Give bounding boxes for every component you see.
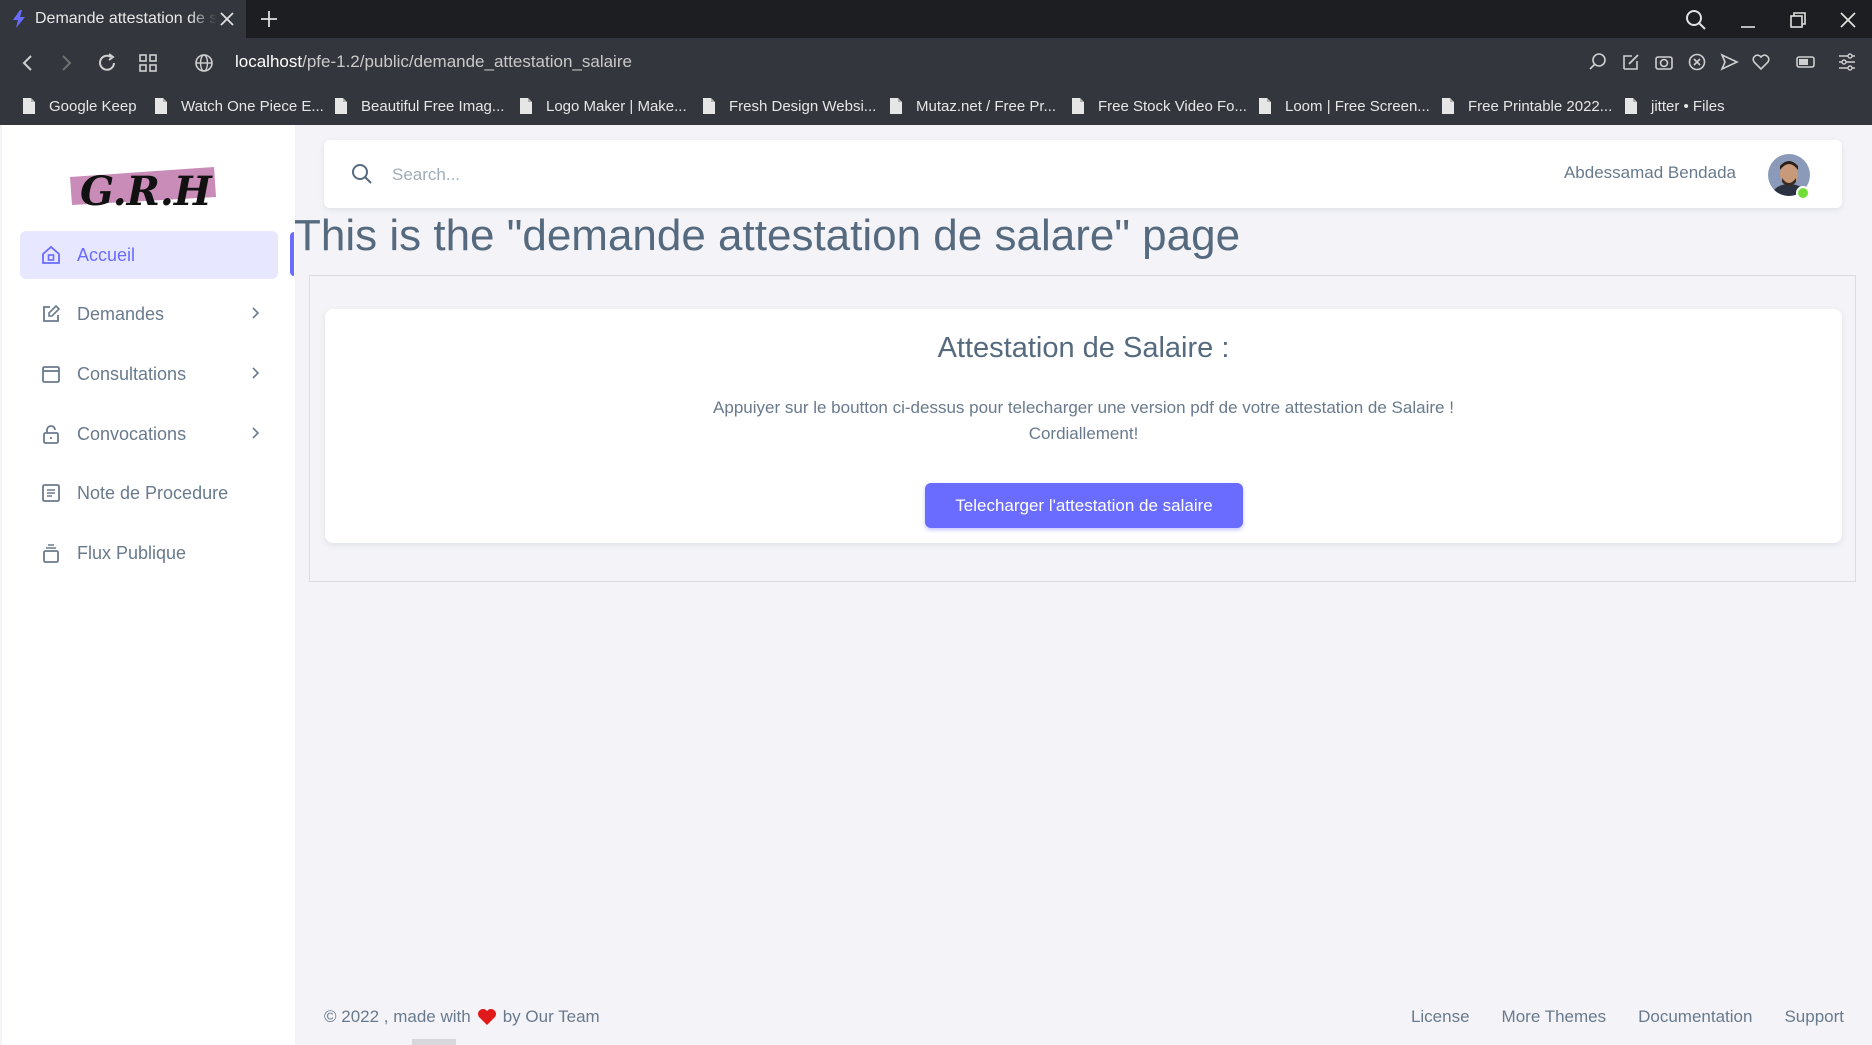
chevron-right-icon xyxy=(252,367,260,379)
grh-logo[interactable]: G.R.H xyxy=(66,155,218,217)
sidebar-item-accueil[interactable]: Accueil xyxy=(20,231,278,279)
file-icon xyxy=(23,98,35,114)
sidebar: G.R.H Accueil Demandes Consultations Con… xyxy=(2,125,295,1045)
heart-icon xyxy=(477,1009,496,1025)
page-content: G.R.H Accueil Demandes Consultations Con… xyxy=(0,125,1872,1045)
sidebar-item-demandes[interactable]: Demandes xyxy=(20,290,278,338)
send-icon[interactable] xyxy=(1718,51,1740,73)
bookmark-item[interactable]: Mutaz.net / Free Pr... xyxy=(889,95,1056,117)
file-icon xyxy=(520,98,532,114)
sidebar-item-label: Demandes xyxy=(77,303,165,324)
camera-icon[interactable] xyxy=(1653,51,1675,73)
attestation-card: Attestation de Salaire : Appuiyer sur le… xyxy=(325,309,1842,543)
card-text-line: Cordiallement! xyxy=(1028,424,1139,443)
file-icon xyxy=(335,98,347,114)
lock-icon xyxy=(43,425,59,444)
card-title: Attestation de Salaire : xyxy=(937,332,1230,364)
horizontal-scrollbar[interactable] xyxy=(412,1039,456,1045)
search-input[interactable] xyxy=(390,158,794,192)
footer: © 2022 , made with by Our Team License M… xyxy=(324,1007,1844,1031)
file-icon xyxy=(1625,98,1637,114)
bookmarks-bar: Google Keep Watch One Piece E... Beautif… xyxy=(0,88,1872,125)
address-url[interactable]: localhost/pfe-1.2/public/demande_attesta… xyxy=(235,52,632,72)
home-icon xyxy=(42,245,60,264)
site-favicon-icon xyxy=(13,10,25,28)
tabs-grid-icon[interactable] xyxy=(136,51,160,75)
top-navbar: Abdessamad Bendada xyxy=(324,140,1842,208)
bookmark-item[interactable]: Free Printable 2022... xyxy=(1441,95,1612,117)
footer-link-documentation[interactable]: Documentation xyxy=(1638,1007,1752,1027)
online-status-dot xyxy=(1796,186,1810,200)
stack-icon xyxy=(43,544,59,563)
easy-setup-icon[interactable] xyxy=(1836,51,1858,73)
close-window-icon[interactable] xyxy=(1836,8,1860,32)
tab-title: Demande attestation de salaire xyxy=(35,10,217,27)
shield-block-icon[interactable] xyxy=(1686,51,1708,73)
sidebar-item-convocations[interactable]: Convocations xyxy=(20,410,278,458)
bookmark-item[interactable]: Loom | Free Screen... xyxy=(1258,95,1430,117)
sidebar-item-label: Note de Procedure xyxy=(77,482,229,503)
site-info-globe-icon[interactable] xyxy=(192,51,216,75)
file-icon xyxy=(155,98,167,114)
lens-search-icon[interactable] xyxy=(1587,51,1609,73)
browser-tab-bar: Demande attestation de salaire xyxy=(0,0,1872,38)
new-tab-icon[interactable] xyxy=(258,8,280,30)
footer-copyright: © 2022 , made with by Our Team xyxy=(324,1007,600,1027)
window-icon xyxy=(42,366,60,383)
url-path: /pfe-1.2/public/demande_attestation_sala… xyxy=(302,52,632,71)
footer-links: License More Themes Documentation Suppor… xyxy=(1379,1007,1844,1027)
footer-link-support[interactable]: Support xyxy=(1784,1007,1844,1027)
sidebar-item-note-de-procedure[interactable]: Note de Procedure xyxy=(20,469,278,517)
reload-icon[interactable] xyxy=(95,51,119,75)
svg-text:G.R.H: G.R.H xyxy=(80,168,213,215)
battery-saver-icon[interactable] xyxy=(1795,51,1817,73)
content-wrapper: Attestation de Salaire : Appuiyer sur le… xyxy=(309,275,1856,582)
sidebar-item-label: Flux Publique xyxy=(77,542,187,563)
page-title: This is the "demande attestation de sala… xyxy=(294,211,1241,260)
card-description: Appuiyer sur le boutton ci-dessus pour t… xyxy=(325,395,1842,447)
chevron-right-icon xyxy=(252,427,260,439)
bookmark-item[interactable]: Watch One Piece E... xyxy=(154,95,324,117)
footer-link-more-themes[interactable]: More Themes xyxy=(1502,1007,1607,1027)
bookmark-item[interactable]: Free Stock Video Fo... xyxy=(1071,95,1247,117)
sidebar-item-label: Convocations xyxy=(77,423,187,444)
download-attestation-button[interactable]: Telecharger l'attestation de salaire xyxy=(925,483,1243,528)
chevron-right-icon xyxy=(252,307,260,319)
file-icon xyxy=(1442,98,1454,114)
bookmark-item[interactable]: Logo Maker | Make... xyxy=(519,95,687,117)
search-icon xyxy=(352,164,372,184)
forward-icon[interactable] xyxy=(54,51,78,75)
file-icon xyxy=(890,98,902,114)
sidebar-item-consultations[interactable]: Consultations xyxy=(20,350,278,398)
minimize-window-icon[interactable] xyxy=(1736,8,1760,32)
file-icon xyxy=(1259,98,1271,114)
edit-icon xyxy=(43,304,61,322)
heart-icon[interactable] xyxy=(1750,51,1772,73)
edit-page-icon[interactable] xyxy=(1620,51,1642,73)
file-icon xyxy=(1072,98,1084,114)
browser-address-bar: localhost/pfe-1.2/public/demande_attesta… xyxy=(0,38,1872,88)
bookmark-item[interactable]: Beautiful Free Imag... xyxy=(334,95,504,117)
document-icon xyxy=(42,484,60,502)
browser-tab-active[interactable]: Demande attestation de salaire xyxy=(0,0,246,38)
footer-link-license[interactable]: License xyxy=(1411,1007,1470,1027)
bookmark-item[interactable]: jitter • Files xyxy=(1624,95,1725,117)
sidebar-item-label: Accueil xyxy=(77,244,136,265)
copyright-suffix: by Our Team xyxy=(502,1007,600,1026)
restore-window-icon[interactable] xyxy=(1786,8,1810,32)
bookmark-item[interactable]: Fresh Design Websi... xyxy=(702,95,876,117)
bookmark-item[interactable]: Google Keep xyxy=(22,95,137,117)
url-host: localhost xyxy=(235,52,303,71)
back-icon[interactable] xyxy=(16,51,40,75)
sidebar-item-flux-publique[interactable]: Flux Publique xyxy=(20,529,278,577)
copyright-prefix: © 2022 , made with xyxy=(324,1007,471,1026)
browser-search-icon[interactable] xyxy=(1684,8,1708,32)
card-text-line: Appuiyer sur le boutton ci-dessus pour t… xyxy=(713,398,1454,417)
close-tab-icon[interactable] xyxy=(218,10,236,28)
user-name: Abdessamad Bendada xyxy=(1563,163,1736,182)
sidebar-item-label: Consultations xyxy=(77,363,187,384)
file-icon xyxy=(703,98,715,114)
